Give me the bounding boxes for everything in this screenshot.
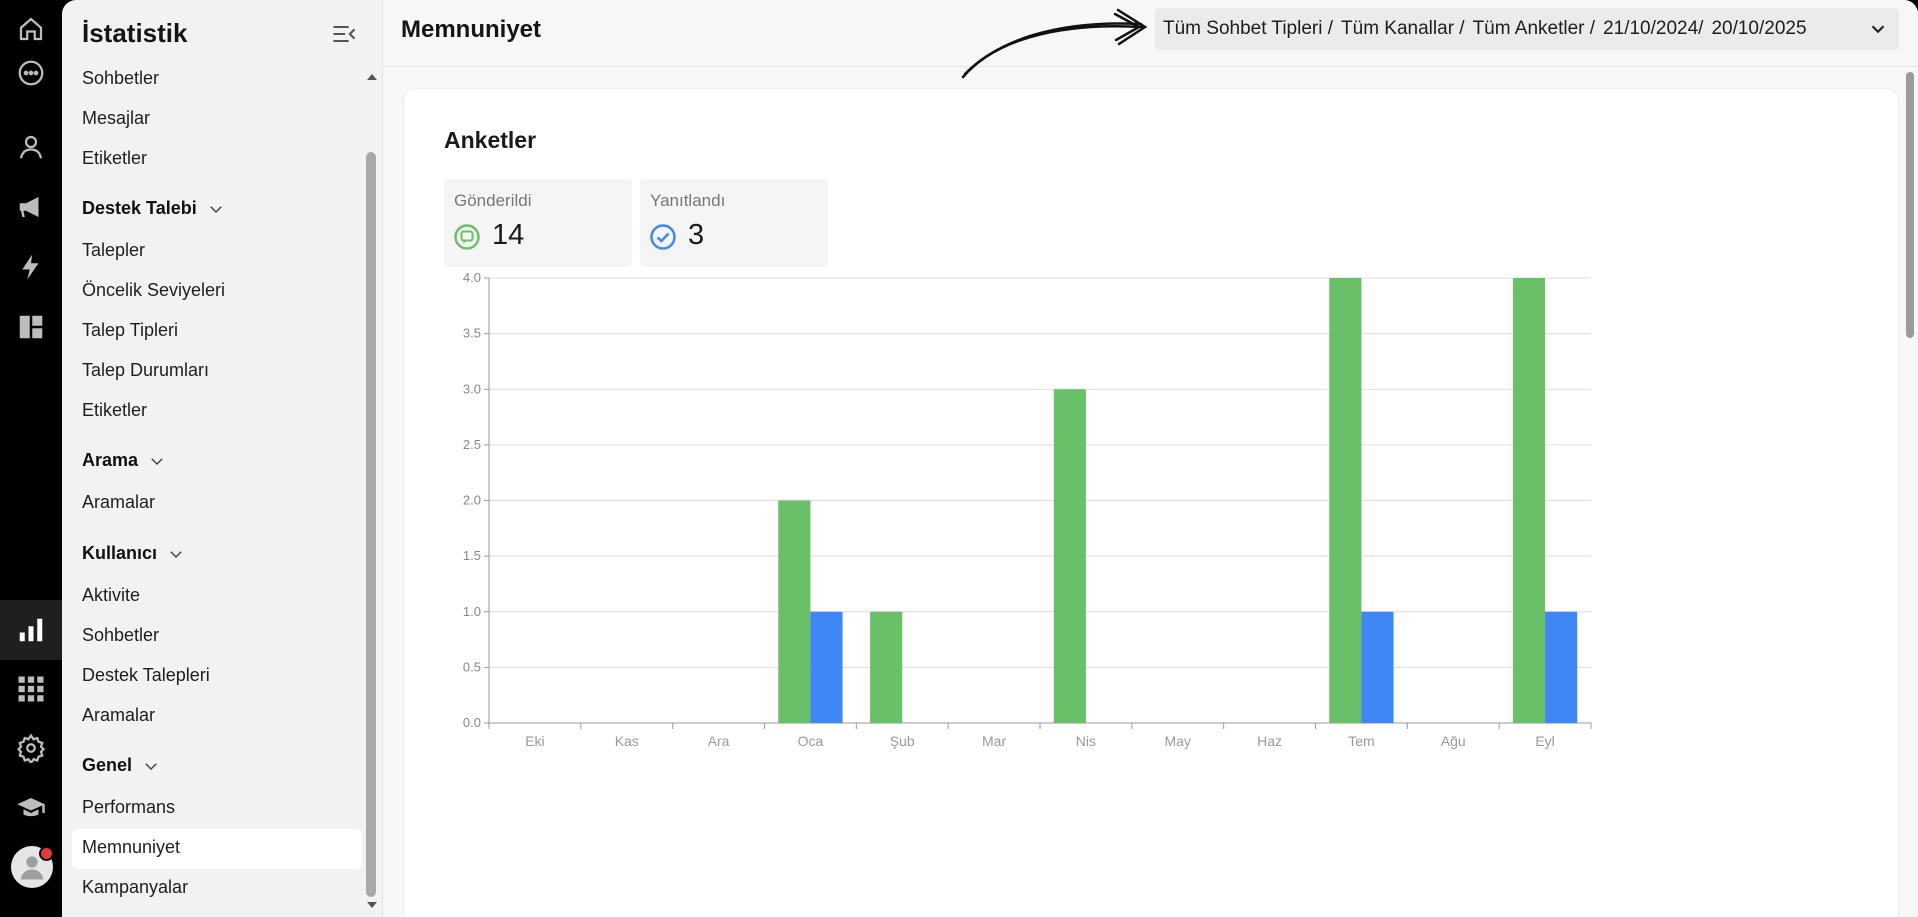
chevron-down-icon	[170, 550, 182, 558]
survey-bar-chart: 0.0 0.5 1.0 1.5 2.0 2.5 3.0 3.5 4.0 Eki Kas Ara Oca Ş…	[463, 270, 1592, 749]
sent-bar	[1329, 278, 1362, 723]
main-panel: Memnuniyet Tüm Sohbet Tipleri / Tüm Kana…	[383, 0, 1918, 917]
sidebar-group-label: Destek Talebi	[82, 198, 197, 218]
sidebar-item-oncelik-seviyeleri[interactable]: Öncelik Seviyeleri	[82, 280, 225, 301]
sidebar-group-genel[interactable]: Genel	[82, 755, 160, 776]
sidebar-item-sohbetler[interactable]: Sohbetler	[82, 68, 159, 89]
sidebar-group-arama[interactable]: Arama	[82, 450, 166, 471]
sidebar-item-kullanici-sohbetler[interactable]: Sohbetler	[82, 625, 159, 646]
sidebar-title: İstatistik	[82, 18, 188, 48]
megaphone-icon[interactable]	[0, 178, 62, 236]
chevron-down-icon	[1871, 25, 1885, 34]
sidebar-scroll-thumb[interactable]	[366, 152, 376, 897]
y-tick-label: 4.0	[463, 270, 481, 285]
y-tick-label: 1.0	[463, 604, 481, 619]
y-tick-label: 0.5	[463, 659, 481, 674]
sidebar-item-talepler[interactable]: Talepler	[82, 240, 145, 261]
sidebar-item-talep-tipleri[interactable]: Talep Tipleri	[82, 320, 178, 341]
answered-bar	[1361, 611, 1394, 723]
sidebar-group-label: Kullanıcı	[82, 543, 158, 563]
x-tick-label: Şub	[890, 733, 915, 749]
y-tick-label: 1.5	[463, 548, 481, 563]
sidebar-group-kullanici[interactable]: Kullanıcı	[82, 543, 185, 564]
x-tick-label: Ağu	[1441, 733, 1466, 749]
icon-rail	[0, 0, 62, 917]
answered-bar	[810, 611, 843, 723]
sidebar-group-label: Genel	[82, 755, 133, 775]
sidebar-group-destek-talebi[interactable]: Destek Talebi	[82, 198, 225, 219]
x-tick-label: May	[1165, 733, 1191, 749]
filter-channels: Tüm Kanallar /	[1341, 18, 1465, 39]
filter-dropdown[interactable]: Tüm Sohbet Tipleri / Tüm Kanallar / Tüm …	[1155, 8, 1899, 50]
x-tick-label: Ara	[708, 733, 730, 749]
x-tick-label: Oca	[798, 733, 824, 749]
sent-bar	[778, 500, 811, 723]
sidebar-item-talep-durumlari[interactable]: Talep Durumları	[82, 360, 209, 381]
dashboard-icon[interactable]	[0, 298, 62, 356]
x-tick-label: Haz	[1257, 733, 1282, 749]
y-tick-label: 2.0	[463, 493, 481, 508]
sidebar-item-destek-talepleri[interactable]: Destek Talepleri	[82, 665, 210, 686]
sidebar: İstatistik Sohbetler Mesajlar Etiketler …	[62, 0, 383, 917]
sidebar-group-label: Arama	[82, 450, 139, 470]
sidebar-item-kampanyalar[interactable]: Kampanyalar	[82, 877, 188, 898]
answered-bar	[1545, 611, 1578, 723]
sidebar-item-mesajlar[interactable]: Mesajlar	[82, 108, 150, 129]
bar-chart-icon[interactable]	[0, 600, 62, 660]
chevron-down-icon	[209, 205, 222, 213]
sidebar-item-etiketler[interactable]: Etiketler	[82, 148, 147, 169]
notification-dot	[39, 846, 54, 861]
sidebar-item-aktivite[interactable]: Aktivite	[82, 585, 140, 606]
apps-grid-icon[interactable]	[0, 660, 62, 718]
graduation-cap-icon[interactable]	[0, 779, 62, 837]
y-tick-label: 0.0	[463, 715, 481, 730]
survey-card: Anketler Gönderildi 14 Yanıtlandı 3 0.0 0…	[403, 88, 1899, 917]
annotation-arrow-icon	[961, 8, 1148, 79]
page-title: Memnuniyet	[401, 16, 542, 43]
sidebar-item-kullanici-aramalar[interactable]: Aramalar	[82, 705, 155, 726]
filter-chat-types: Tüm Sohbet Tipleri /	[1163, 18, 1334, 39]
y-tick-label: 3.5	[463, 326, 481, 341]
user-icon[interactable]	[0, 118, 62, 176]
sent-bar	[1512, 278, 1546, 723]
chevron-down-icon	[151, 457, 163, 465]
y-tick-label: 2.5	[463, 437, 481, 452]
collapse-sidebar-icon[interactable]	[330, 20, 358, 48]
chat-bubble-icon[interactable]	[0, 44, 62, 102]
sidebar-item-destek-etiketler[interactable]: Etiketler	[82, 400, 147, 421]
x-tick-label: Mar	[982, 733, 1006, 749]
y-tick-label: 3.0	[463, 381, 481, 396]
x-tick-label: Nis	[1076, 733, 1096, 749]
sidebar-item-performans[interactable]: Performans	[82, 797, 175, 818]
gear-icon[interactable]	[0, 719, 62, 777]
filter-end-date: 20/10/2025	[1711, 18, 1807, 39]
filter-surveys: Tüm Anketler /	[1472, 18, 1596, 39]
main-scroll-thumb[interactable]	[1906, 72, 1914, 338]
sent-bar	[1053, 389, 1086, 723]
sidebar-item-memnuniyet[interactable]: Memnuniyet	[82, 837, 180, 858]
chevron-down-icon	[145, 762, 157, 770]
x-tick-label: Kas	[615, 733, 639, 749]
x-tick-label: Eyl	[1535, 733, 1554, 749]
filter-start-date: 21/10/2024/	[1603, 18, 1704, 39]
sent-bar	[870, 611, 903, 723]
x-tick-label: Tem	[1348, 733, 1374, 749]
top-bar: Memnuniyet Tüm Sohbet Tipleri / Tüm Kana…	[383, 0, 1918, 79]
sidebar-item-aramalar[interactable]: Aramalar	[82, 492, 155, 513]
x-tick-label: Eki	[525, 733, 544, 749]
lightning-icon[interactable]	[0, 238, 62, 296]
